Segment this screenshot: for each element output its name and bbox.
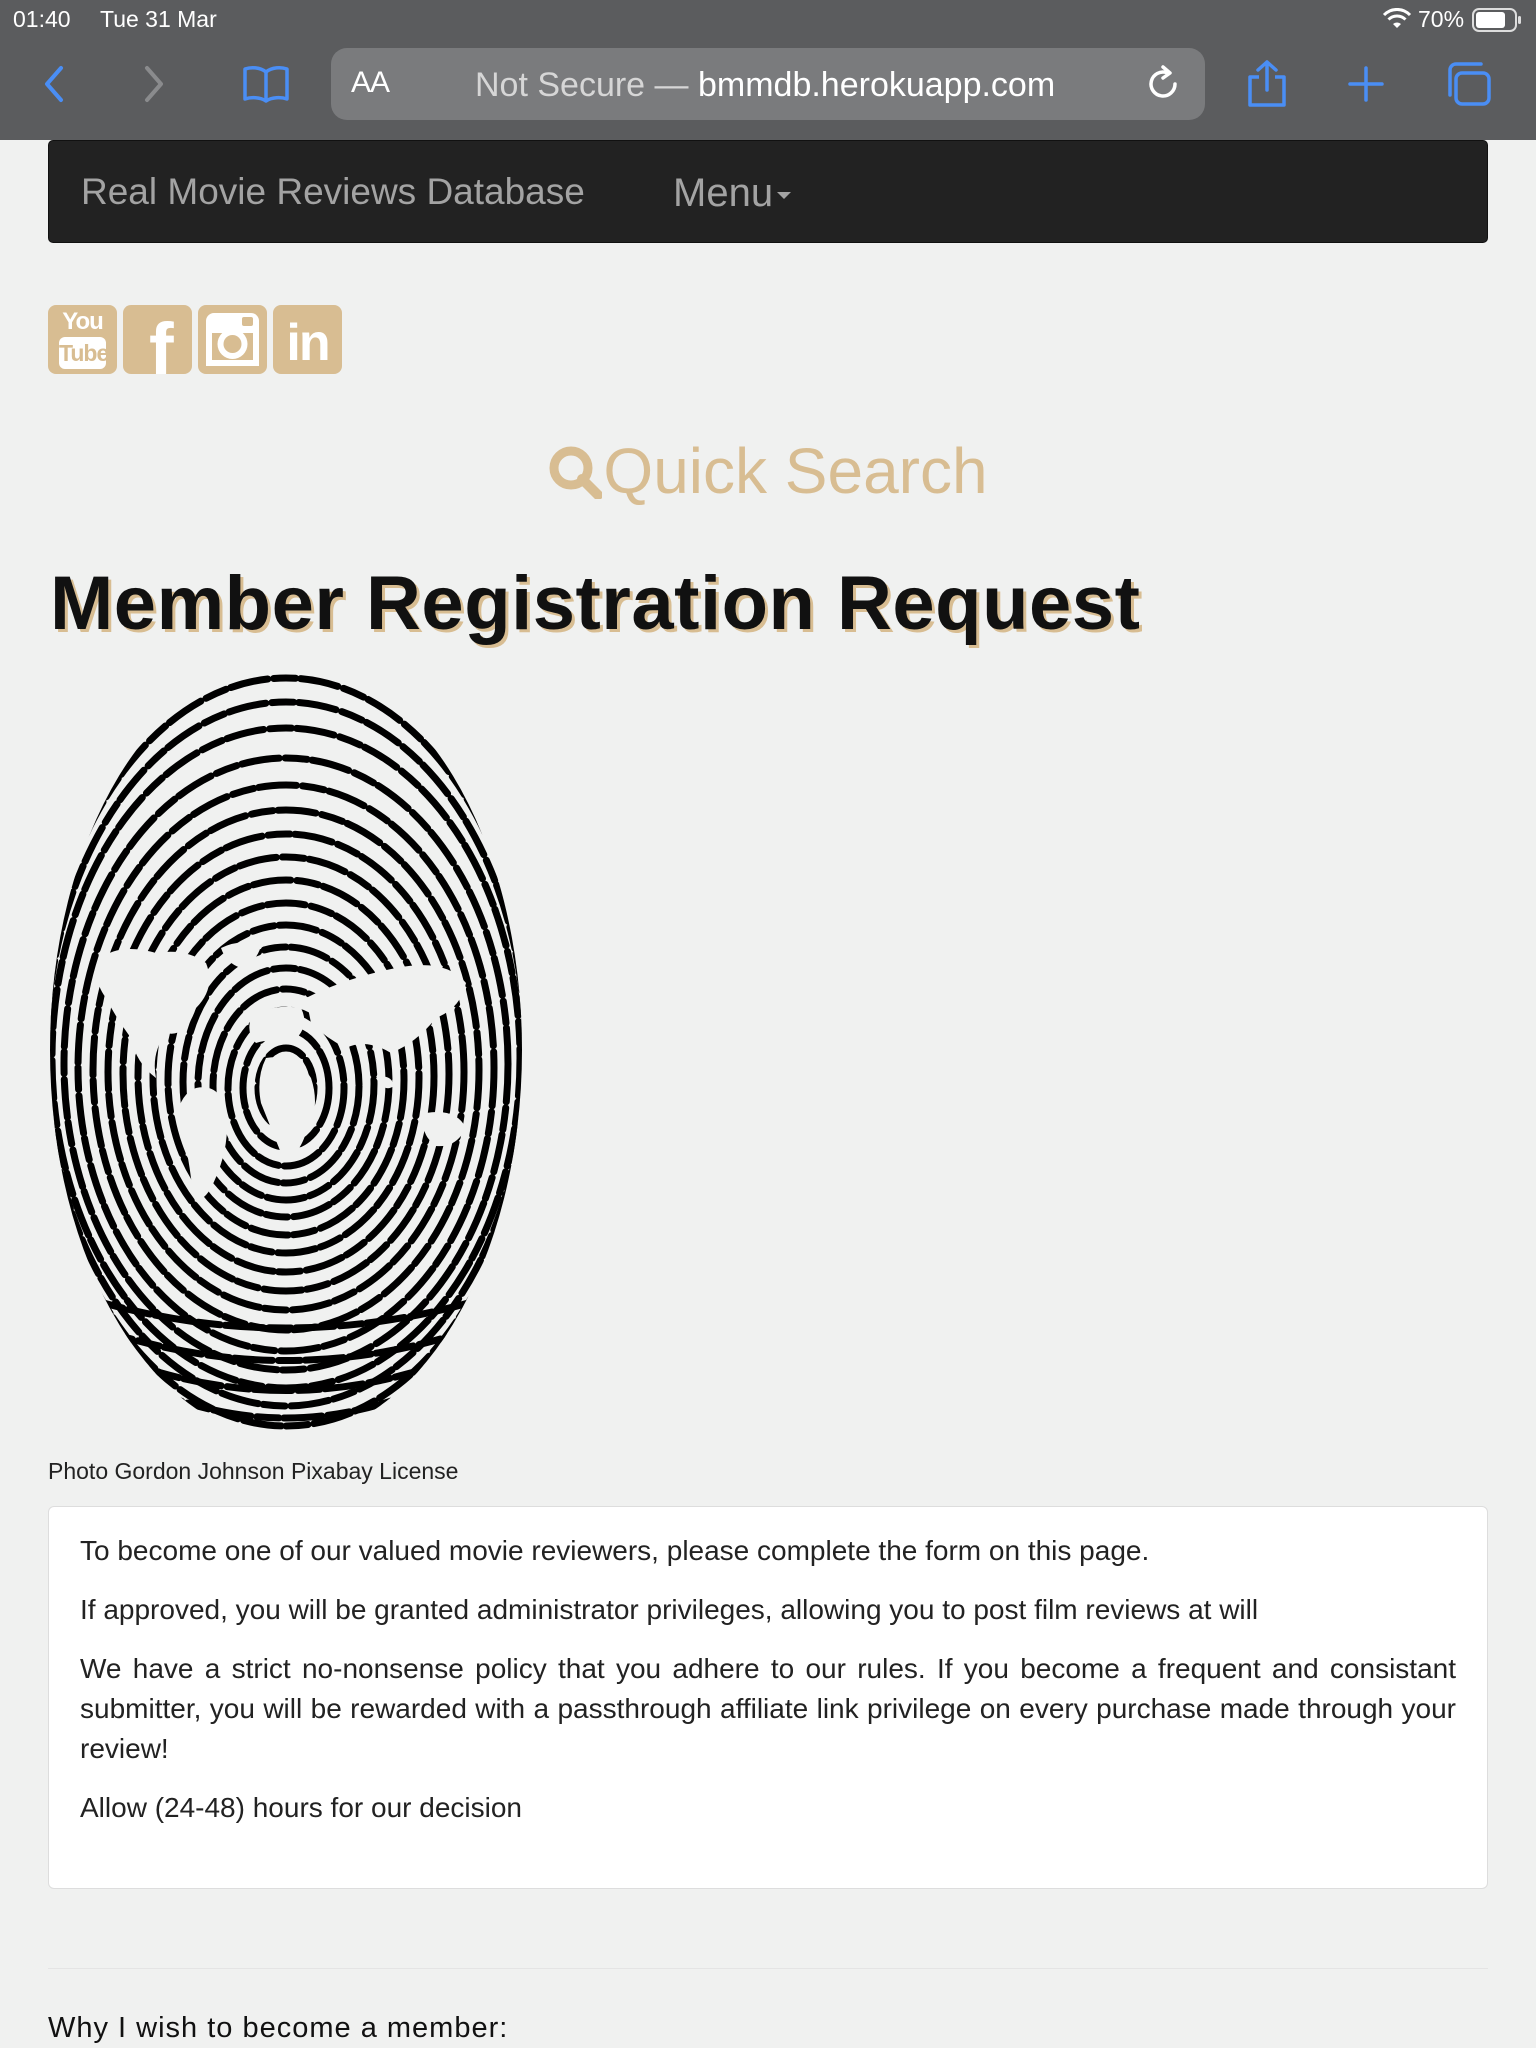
magnifier-icon (549, 446, 603, 499)
instagram-glyph (206, 313, 259, 366)
url-domain: bmmdb.herokuapp.com (697, 66, 1056, 104)
share-icon (1248, 60, 1286, 107)
book-icon (243, 66, 289, 103)
status-bar: 01:40 Tue 31 Mar 70% (0, 0, 1536, 40)
info-paragraph: To become one of our valued movie review… (80, 1535, 1150, 1566)
menu-dropdown[interactable]: Menu (673, 171, 792, 216)
image-caption: Photo Gordon Johnson Pixabay License (48, 1458, 459, 1484)
section-divider (48, 1968, 1488, 1969)
quick-search-label: Quick Search (603, 435, 988, 507)
info-panel: To become one of our valued movie review… (48, 1506, 1488, 1889)
site-navbar: Real Movie Reviews Database Menu (48, 140, 1488, 243)
chevron-left-icon (45, 66, 63, 102)
plus-icon (1348, 66, 1384, 102)
youtube-you-text: You (62, 308, 104, 335)
why-member-label: Why I wish to become a member: (48, 2012, 509, 2044)
share-button[interactable] (1239, 56, 1295, 112)
reader-aa-button[interactable]: AA (351, 66, 390, 100)
battery-percent: 70% (1418, 6, 1465, 32)
youtube-icon[interactable]: You Tube (48, 305, 117, 374)
page-title: Member Registration Request (50, 561, 1141, 646)
info-paragraph: We have a strict no-nonsense policy that… (80, 1653, 1456, 1764)
security-label: Not Secure — (475, 66, 689, 104)
instagram-icon[interactable] (198, 305, 267, 374)
browser-toolbar: AA Not Secure — bmmdb.herokuapp.com (0, 44, 1536, 124)
navbar-brand[interactable]: Real Movie Reviews Database (81, 171, 585, 213)
caret-down-icon (777, 191, 792, 199)
tabs-icon (1448, 62, 1491, 106)
chevron-right-icon (145, 66, 163, 102)
tabs-button[interactable] (1440, 56, 1496, 112)
battery-icon (1472, 8, 1521, 32)
back-button[interactable] (26, 56, 82, 112)
info-paragraph: Allow (24-48) hours for our decision (80, 1792, 522, 1823)
quick-search-link[interactable]: Quick Search (0, 434, 1536, 508)
info-paragraph: If approved, you will be granted adminis… (80, 1594, 1259, 1625)
youtube-tube-text: Tube (59, 337, 109, 369)
fingerprint-world-image (50, 674, 522, 1430)
social-links: You Tube f in (48, 305, 342, 374)
browser-chrome: 01:40 Tue 31 Mar 70% AA Not Secure — bmm… (0, 0, 1536, 140)
facebook-icon[interactable]: f (123, 305, 192, 374)
linkedin-in-text: in (286, 314, 330, 372)
linkedin-icon[interactable]: in (273, 305, 342, 374)
forward-button[interactable] (126, 56, 182, 112)
reload-icon[interactable] (1143, 64, 1183, 104)
wifi-icon (1382, 8, 1412, 28)
menu-label: Menu (673, 171, 774, 215)
facebook-f-text: f (149, 308, 174, 374)
status-time: 01:40 (13, 6, 71, 32)
url-text: Not Secure — bmmdb.herokuapp.com (475, 66, 1055, 105)
new-tab-button[interactable] (1338, 56, 1394, 112)
status-date: Tue 31 Mar (100, 6, 217, 32)
address-bar[interactable]: AA Not Secure — bmmdb.herokuapp.com (331, 48, 1205, 120)
bookmarks-button[interactable] (238, 56, 294, 112)
